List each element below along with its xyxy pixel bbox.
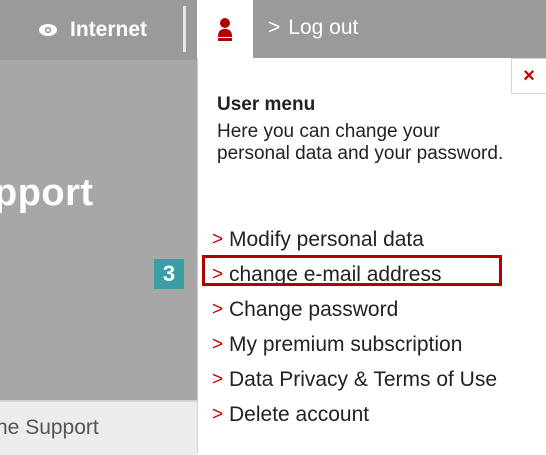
menu-item-modify-personal-data[interactable]: > Modify personal data (212, 222, 497, 257)
user-menu-tab[interactable] (197, 0, 253, 60)
chevron-right-icon: > (212, 333, 224, 355)
menu-item-premium-subscription[interactable]: > My premium subscription (212, 327, 497, 362)
background-heading: pport (0, 172, 94, 214)
chevron-right-icon: > (212, 298, 224, 320)
menu-item-delete-account[interactable]: > Delete account (212, 397, 497, 432)
nav-internet-label: Internet (70, 18, 148, 41)
menu-item-label: Data Privacy & Terms of Use (229, 367, 498, 391)
menu-item-label: Modify personal data (229, 227, 424, 251)
highlight-box (202, 255, 502, 286)
top-navigation-bar: Internet > Log out (0, 0, 546, 60)
logout-label: Log out (288, 16, 359, 39)
close-icon[interactable]: × (511, 58, 546, 94)
step-number-badge: 3 (154, 259, 184, 289)
chevron-right-icon: > (268, 16, 281, 39)
nav-internet-link[interactable]: Internet (38, 14, 147, 46)
user-menu-popup: × User menu Here you can change your per… (197, 58, 546, 453)
logout-link[interactable]: > Log out (268, 16, 358, 40)
background-footer-link[interactable]: ne Support (0, 416, 99, 440)
user-icon (218, 18, 232, 41)
menu-item-label: Delete account (229, 402, 370, 426)
user-menu-list: > Modify personal data > change e-mail a… (202, 222, 502, 432)
user-menu-title: User menu (217, 94, 316, 115)
menu-item-label: Change password (229, 297, 399, 321)
eye-icon (39, 24, 57, 36)
menu-item-label: My premium subscription (229, 332, 463, 356)
menu-item-change-password[interactable]: > Change password (212, 292, 497, 327)
nav-divider (183, 6, 186, 52)
chevron-right-icon: > (212, 368, 224, 390)
chevron-right-icon: > (212, 403, 224, 425)
background-footer: ne Support (0, 400, 197, 455)
chevron-right-icon: > (212, 228, 224, 250)
menu-item-data-privacy[interactable]: > Data Privacy & Terms of Use (212, 362, 497, 397)
background-page: pport (0, 60, 197, 400)
user-menu-description: Here you can change your personal data a… (217, 121, 504, 164)
menu-item-change-email[interactable]: > change e-mail address (202, 255, 502, 292)
